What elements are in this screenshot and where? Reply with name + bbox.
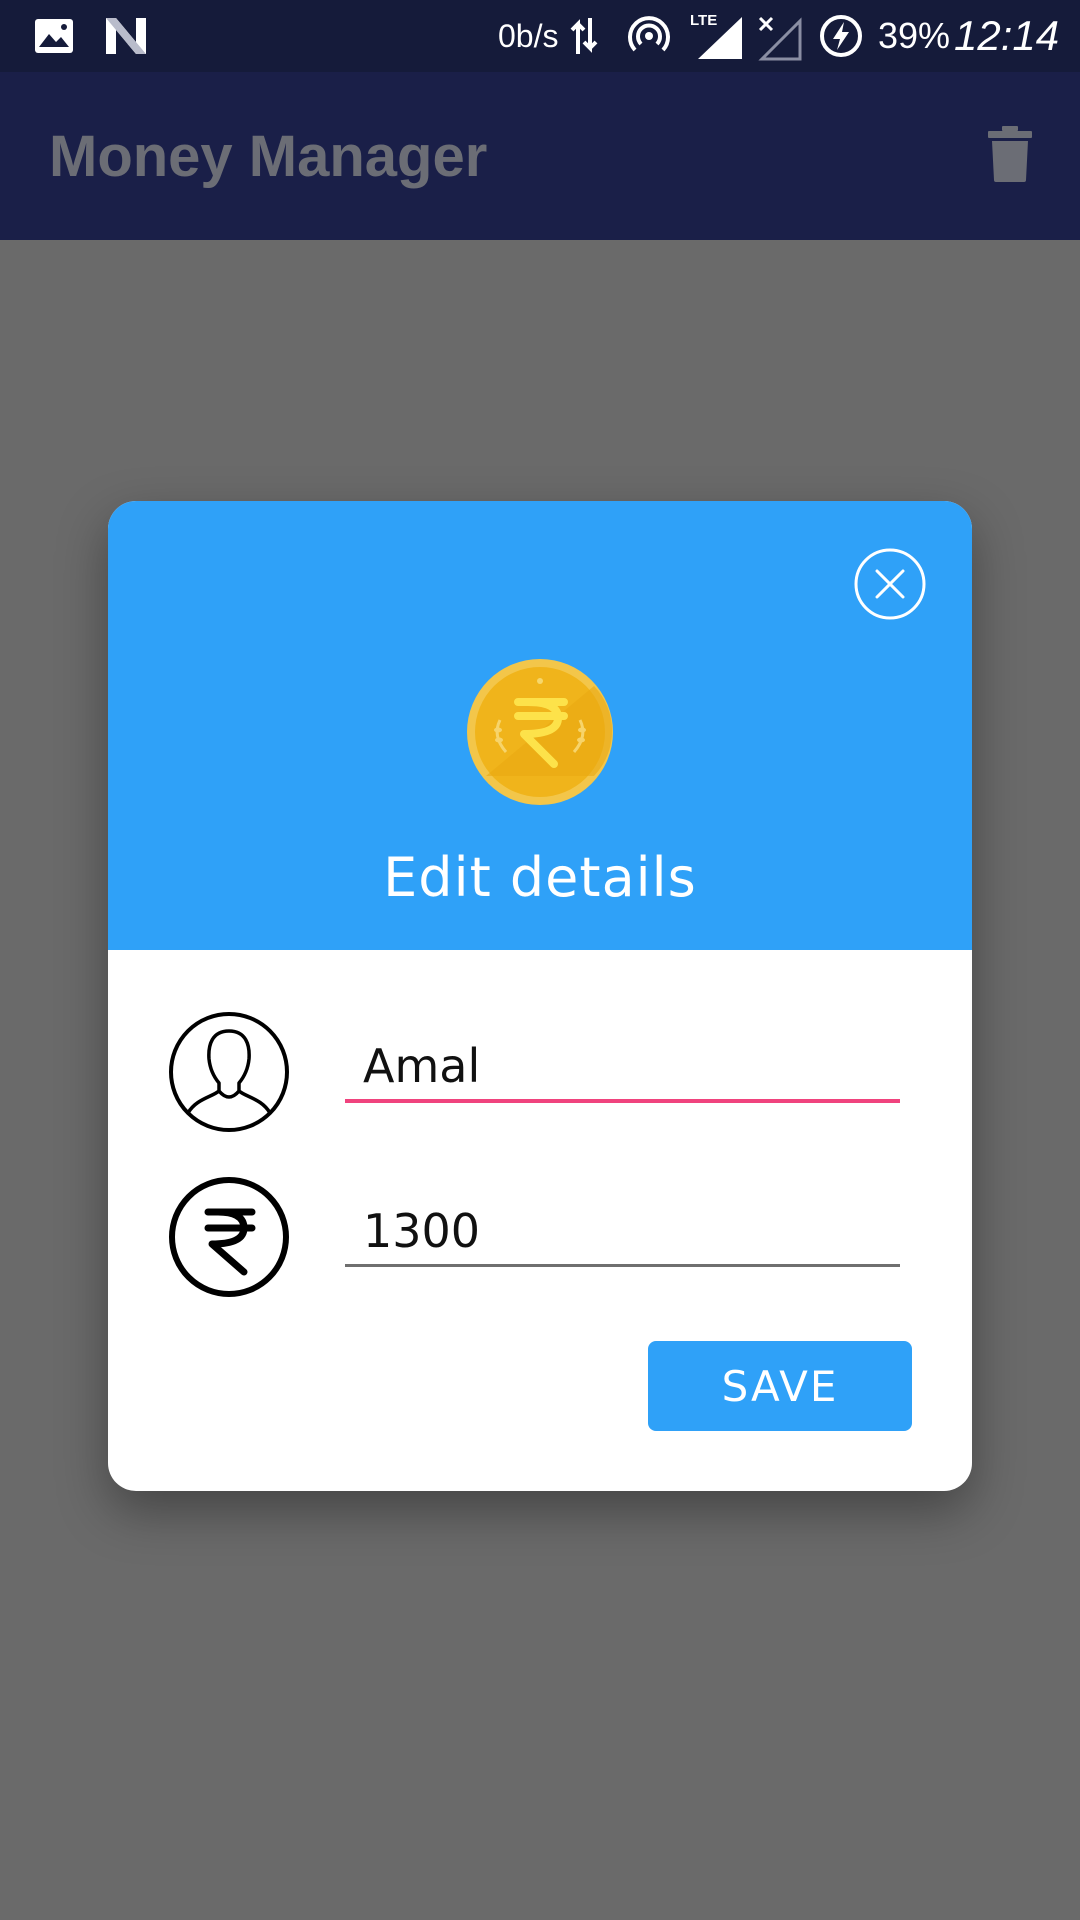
amount-field[interactable]	[345, 1197, 900, 1267]
rupee-coin-icon	[466, 656, 614, 808]
dialog-header: Edit details	[108, 501, 972, 950]
n-app-icon	[104, 0, 148, 72]
trash-icon	[988, 126, 1032, 186]
net-speed-text: 0b/s	[498, 17, 559, 54]
image-icon	[34, 0, 74, 72]
save-button[interactable]: SAVE	[648, 1341, 912, 1431]
no-signal-icon	[758, 0, 802, 72]
close-button[interactable]	[854, 548, 926, 620]
app-bar: Money Manager	[0, 72, 1080, 240]
hotspot-icon	[626, 0, 672, 72]
delete-button[interactable]	[980, 124, 1040, 188]
person-icon	[168, 1011, 290, 1133]
name-field[interactable]	[345, 1033, 900, 1103]
clock: 12:14	[954, 12, 1060, 59]
rupee-circle-icon	[168, 1176, 290, 1298]
status-bar: 0b/s LTE 39% 12:14	[0, 0, 1080, 72]
lte-signal-icon: LTE	[690, 0, 744, 72]
edit-details-dialog: Edit details SAVE	[108, 501, 972, 1491]
dialog-title: Edit details	[383, 846, 697, 909]
svg-text:LTE: LTE	[690, 12, 717, 29]
battery-charging-icon	[818, 0, 864, 72]
battery-percent: 39%	[878, 15, 951, 56]
data-arrows-icon	[570, 0, 598, 72]
app-title: Money Manager	[49, 123, 488, 189]
close-circle-icon	[854, 548, 926, 620]
